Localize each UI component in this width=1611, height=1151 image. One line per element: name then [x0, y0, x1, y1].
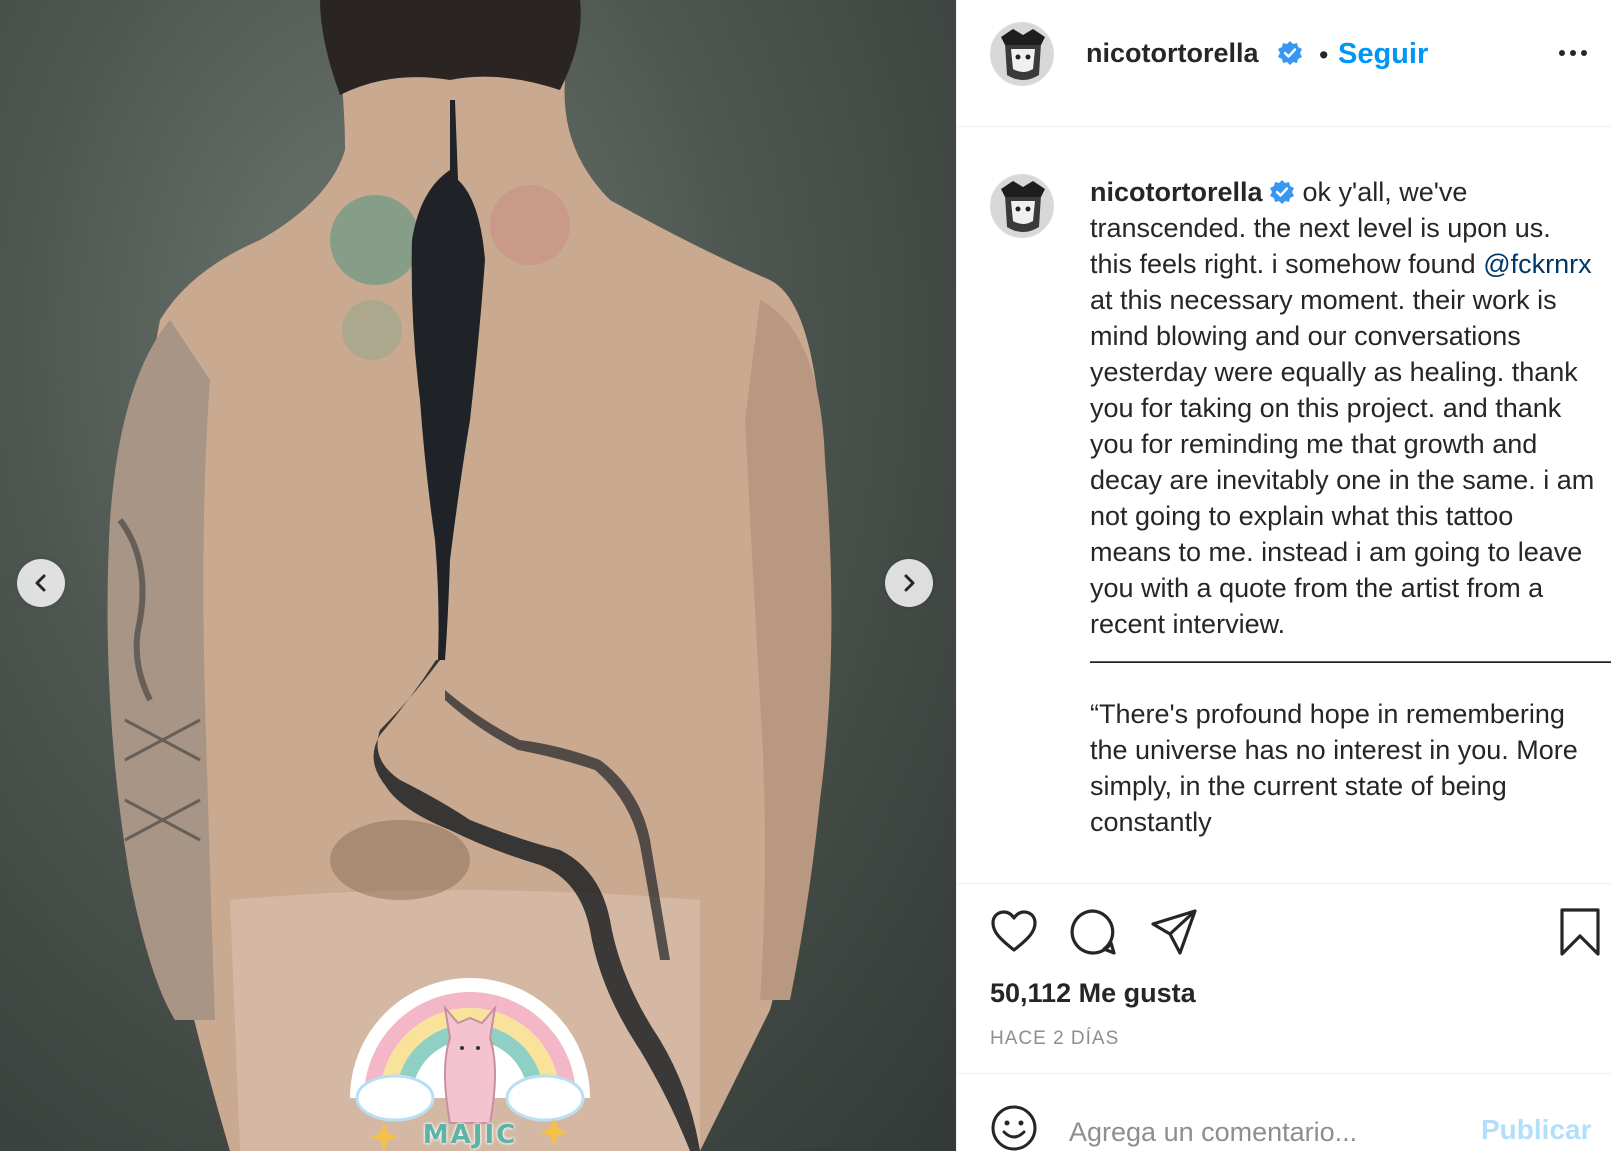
- post-timestamp[interactable]: HACE 2 DÍAS: [990, 1028, 1119, 1050]
- mention-link[interactable]: @fckrnrx: [1483, 249, 1591, 279]
- header-username[interactable]: nicotortorella: [1086, 38, 1259, 69]
- post-header: nicotortorella • Seguir: [957, 0, 1611, 127]
- previous-photo-button[interactable]: [17, 559, 65, 607]
- caption-body-end: at this necessary moment. their work is …: [1090, 285, 1595, 639]
- post-actions: 50,112 Me gusta HACE 2 DÍAS: [957, 883, 1611, 1073]
- chevron-right-icon: [904, 574, 915, 592]
- save-bookmark-icon[interactable]: [1559, 907, 1601, 957]
- likes-count[interactable]: 50,112 Me gusta: [990, 978, 1196, 1009]
- follow-button[interactable]: Seguir: [1338, 38, 1428, 71]
- caption-section: nicotortorella ok y'all, we've transcende…: [957, 127, 1611, 883]
- verified-badge-icon: [1278, 41, 1302, 65]
- caption-quote: “There's profound hope in remembering th…: [1090, 699, 1578, 837]
- caption-fade: [957, 869, 1611, 883]
- post-panel: nicotortorella • Seguir nicotortorellao: [956, 0, 1611, 1151]
- more-dots-icon: [1559, 50, 1587, 56]
- comment-input[interactable]: [1069, 1112, 1449, 1151]
- publish-button[interactable]: Publicar: [1481, 1114, 1591, 1146]
- more-options-button[interactable]: [1553, 38, 1593, 68]
- sticker-text: MAJIC: [422, 1120, 518, 1150]
- caption-avatar[interactable]: [990, 174, 1054, 238]
- emoji-icon[interactable]: [990, 1104, 1038, 1151]
- llama-sticker: MAJIC: [350, 948, 590, 1151]
- avatar-image: [991, 175, 1053, 237]
- comment-bubble-icon[interactable]: [1069, 908, 1117, 956]
- comment-bar: Publicar: [957, 1073, 1611, 1151]
- share-send-icon[interactable]: [1150, 908, 1198, 956]
- verified-badge-icon: [1269, 180, 1294, 204]
- avatar-image: [991, 23, 1053, 85]
- follow-separator: •: [1319, 40, 1329, 70]
- caption-text: nicotortorella ok y'all, we've transcende…: [1090, 174, 1611, 840]
- like-heart-icon[interactable]: [990, 909, 1038, 953]
- avatar[interactable]: [990, 22, 1054, 86]
- caption-divider: ——————————————————————: [1090, 645, 1611, 675]
- chevron-left-icon: [35, 574, 46, 592]
- caption-username[interactable]: nicotortorella: [1090, 177, 1263, 207]
- next-photo-button[interactable]: [885, 559, 933, 607]
- post-media: MAJIC: [0, 0, 956, 1151]
